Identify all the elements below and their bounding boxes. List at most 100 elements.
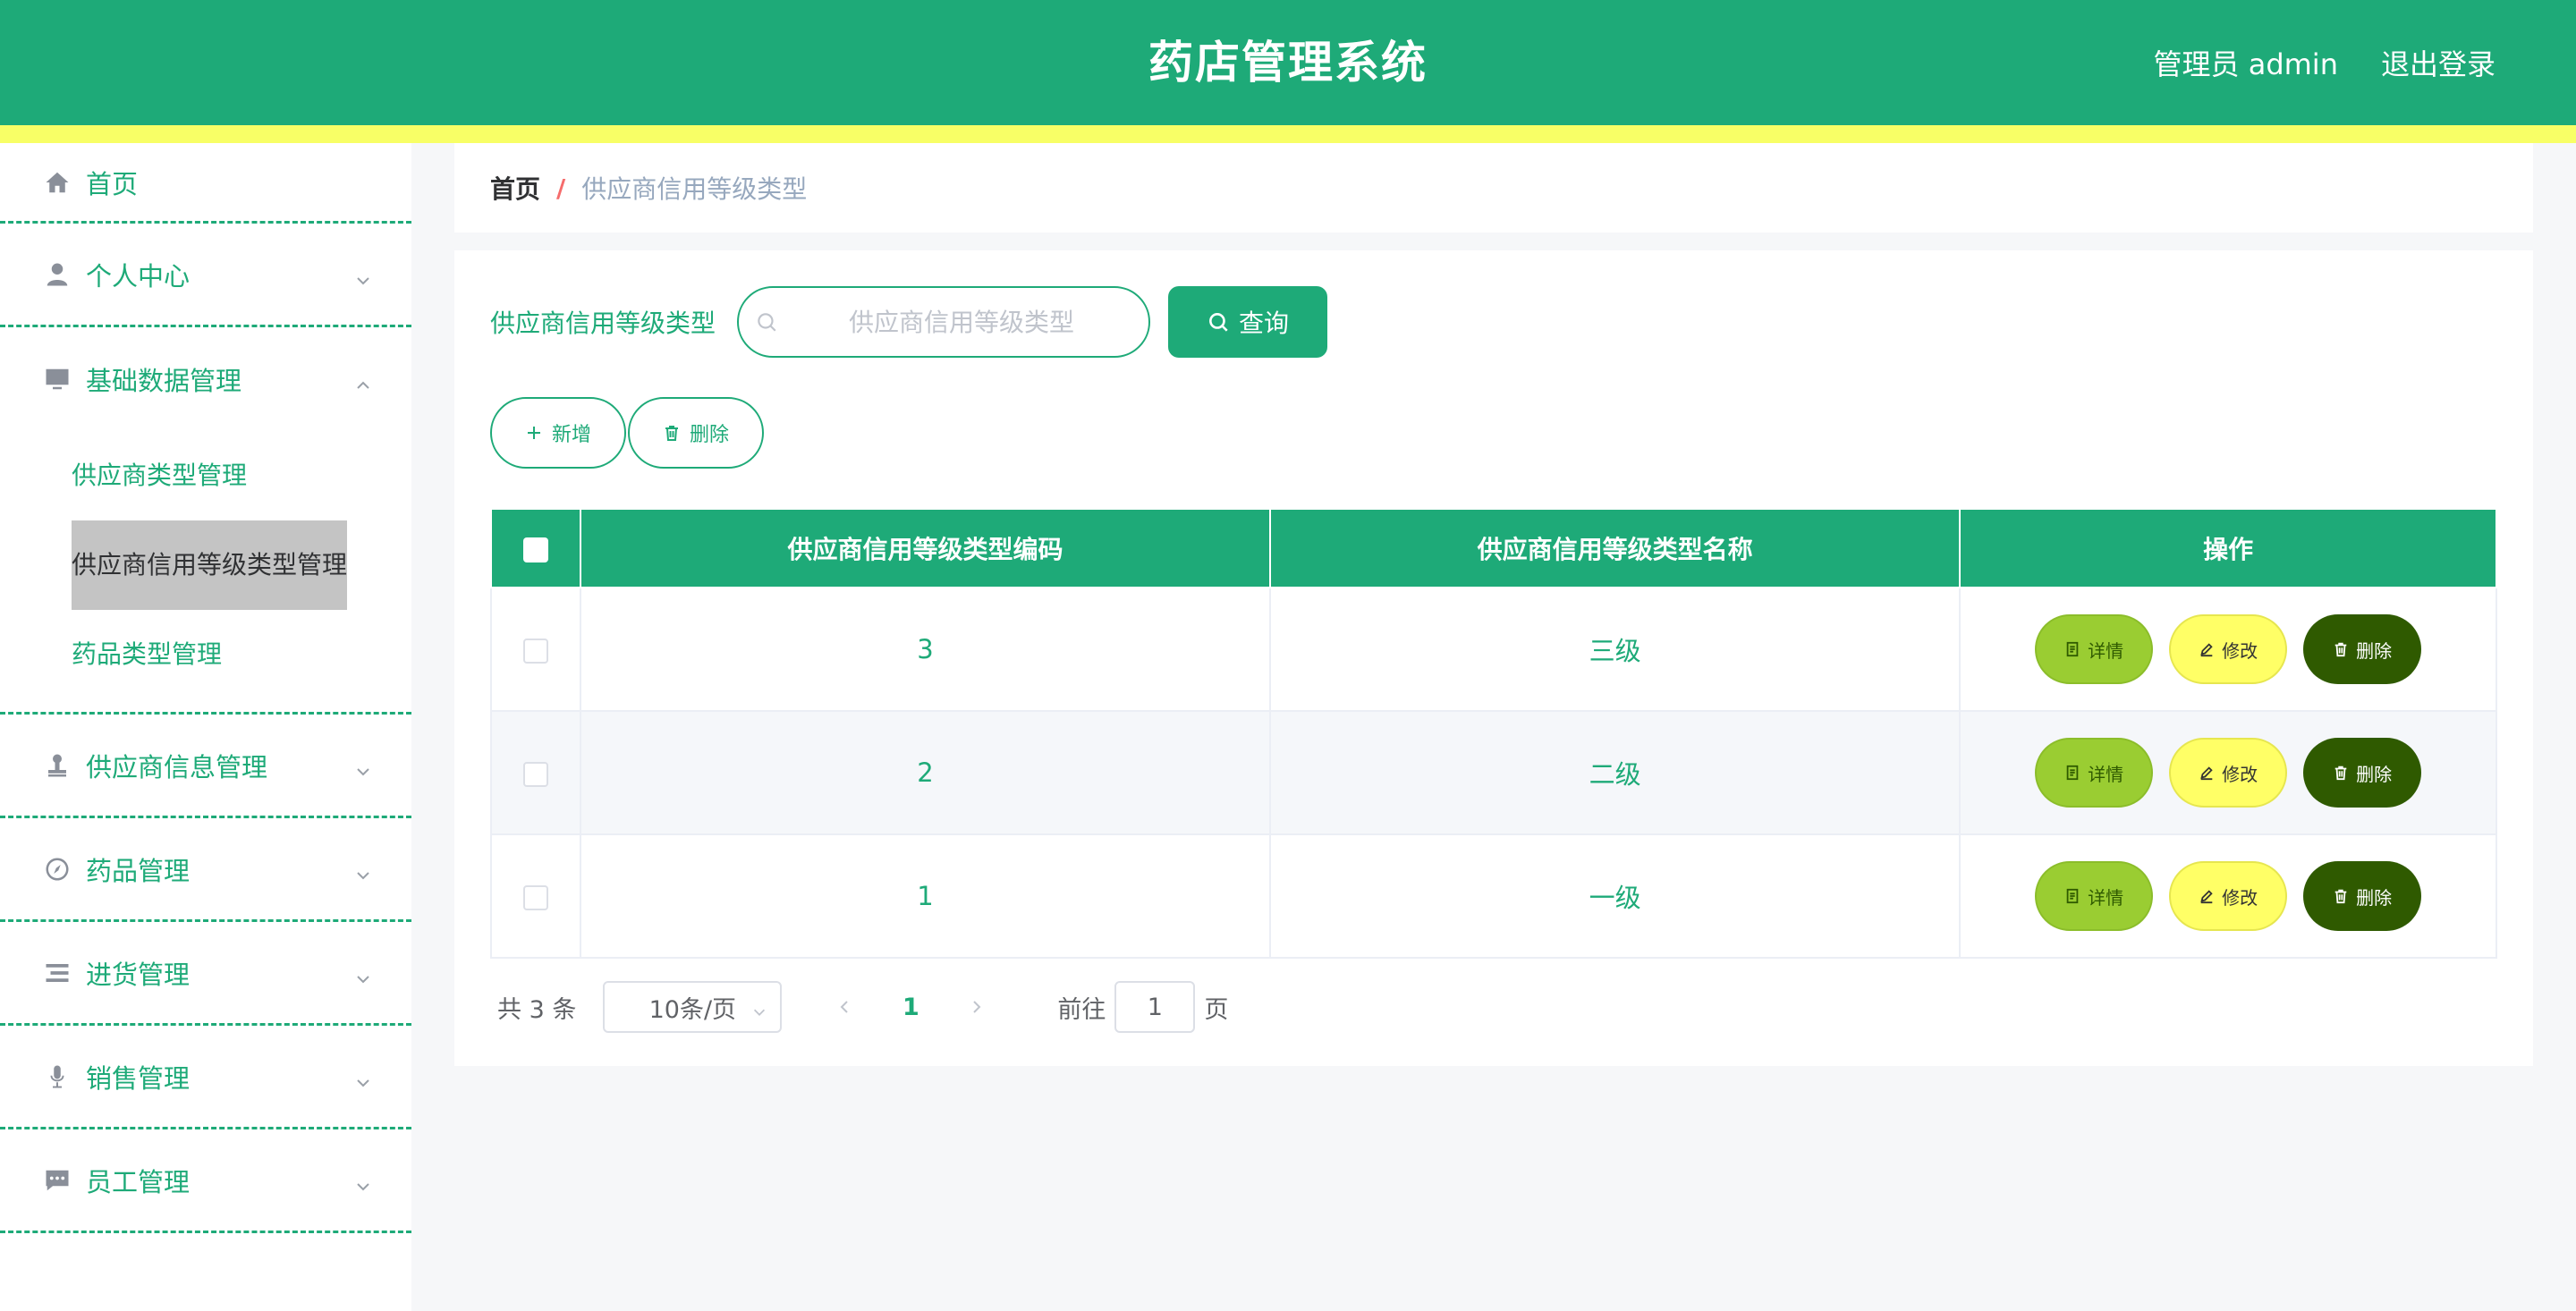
row-checkbox[interactable] [522,639,548,664]
row-checkbox[interactable] [522,885,548,910]
select-all-checkbox[interactable] [522,537,548,562]
edit-button-label: 修改 [2222,886,2258,909]
actions-cell: 详情 修改 删除 [1959,710,2497,835]
chevron-down-icon [751,999,767,1016]
breadcrumb-separator: / [556,173,566,203]
prev-page-button[interactable] [818,981,871,1033]
user-icon [43,260,72,289]
detail-button-label: 详情 [2088,639,2124,662]
edit-button[interactable]: 修改 [2169,738,2288,808]
edit-button[interactable]: 修改 [2169,614,2288,684]
search-icon [755,310,778,334]
home-icon [43,168,72,197]
document-icon [2066,765,2079,781]
row-checkbox-cell [490,587,581,712]
edit-button[interactable]: 修改 [2169,861,2288,931]
search-label: 供应商信用等级类型 [490,309,716,338]
page-size-select[interactable]: 10条/页 [603,981,783,1033]
detail-button[interactable]: 详情 [2035,861,2154,931]
chevron-right-icon [973,1001,981,1013]
sidebar-subitem-supplier-credit-level[interactable]: 供应商信用等级类型管理 [0,520,411,610]
column-header-name: 供应商信用等级类型名称 [1269,508,1962,588]
sidebar-item-label: 基础数据管理 [86,366,242,396]
add-button[interactable]: 新增 [490,397,626,469]
sidebar-item-staff-management[interactable]: 员工管理 [0,1129,411,1233]
breadcrumb-current: 供应商信用等级类型 [581,174,808,204]
chevron-up-icon [354,370,372,389]
goto-page-input[interactable] [1114,981,1196,1033]
delete-button-label: 删除 [2356,639,2393,662]
delete-button-label: 删除 [2356,763,2393,785]
pencil-icon [2200,766,2213,781]
page-number[interactable]: 1 [884,994,937,1021]
batch-delete-button-label: 删除 [689,424,729,446]
row-checkbox-cell [490,710,581,835]
plus-icon [527,427,540,439]
query-button-label: 查询 [1239,309,1290,338]
page-suffix: 页 [1204,995,1229,1024]
pencil-icon [2200,890,2213,904]
column-header-code: 供应商信用等级类型编码 [579,508,1272,588]
sidebar-item-basic-data[interactable]: 基础数据管理 [0,327,411,431]
sidebar-subitem-label: 药品类型管理 [72,639,223,669]
delete-button[interactable]: 删除 [2303,861,2422,931]
sidebar-subitem-drug-type[interactable]: 药品类型管理 [0,610,411,699]
detail-button[interactable]: 详情 [2035,614,2154,684]
chevron-down-icon [354,757,372,775]
delete-button[interactable]: 删除 [2303,738,2422,808]
total-count: 共 3 条 [497,995,577,1024]
monitor-icon [43,365,72,393]
trash-icon [2334,889,2347,904]
stamp-icon [43,751,72,780]
current-user-label: 管理员 admin [2153,47,2338,81]
sidebar-item-label: 供应商信息管理 [86,751,268,782]
code-cell: 1 [579,833,1272,959]
submenu-basic-data: 供应商类型管理 供应商信用等级类型管理 药品类型管理 [0,431,411,715]
sidebar-item-purchase-management[interactable]: 进货管理 [0,922,411,1026]
sidebar-subitem-label: 供应商类型管理 [72,461,248,490]
chevron-down-icon [354,1068,372,1087]
trash-icon [665,426,678,441]
search-input[interactable] [739,288,1149,356]
sidebar-item-supplier-info[interactable]: 供应商信息管理 [0,715,411,818]
chevron-left-icon [840,1001,849,1013]
sidebar-item-home[interactable]: 首页 [0,143,411,224]
sidebar-subitem-label: 供应商信用等级类型管理 [72,520,348,610]
name-cell: 一级 [1269,833,1962,959]
sidebar-item-label: 员工管理 [86,1166,191,1197]
sidebar-item-label: 个人中心 [86,260,191,292]
sidebar-item-label: 进货管理 [86,959,191,990]
next-page-button[interactable] [950,981,1004,1033]
row-checkbox[interactable] [522,762,548,787]
document-icon [2066,888,2079,904]
sidebar-item-sales-management[interactable]: 销售管理 [0,1026,411,1129]
compass-icon [43,855,72,884]
actions-cell: 详情 修改 删除 [1959,587,2497,712]
sidebar-item-personal-center[interactable]: 个人中心 [0,224,411,327]
logout-link[interactable]: 退出登录 [2381,42,2496,83]
sidebar-item-drug-management[interactable]: 药品管理 [0,818,411,922]
breadcrumb: 首页 / 供应商信用等级类型 [454,143,2533,233]
breadcrumb-home[interactable]: 首页 [490,170,540,206]
query-button[interactable]: 查询 [1168,286,1328,358]
microphone-icon [43,1062,72,1091]
sidebar-item-label: 首页 [86,168,139,199]
actions-cell: 详情 修改 删除 [1959,833,2497,959]
delete-button[interactable]: 删除 [2303,614,2422,684]
batch-delete-button[interactable]: 删除 [628,397,764,469]
edit-button-label: 修改 [2222,763,2258,785]
chevron-down-icon [354,1171,372,1190]
page-size-value: 10条/页 [648,995,737,1024]
search-icon [1209,313,1228,332]
list-icon [43,959,72,987]
sidebar-item-label: 销售管理 [86,1062,191,1094]
sidebar-subitem-supplier-type[interactable]: 供应商类型管理 [0,431,411,520]
detail-button[interactable]: 详情 [2035,738,2154,808]
detail-button-label: 详情 [2088,886,2124,909]
table-row: 3 三级 详情 修改 删除 [490,587,2497,712]
trash-icon [2334,642,2347,657]
chevron-down-icon [354,860,372,879]
column-header-actions: 操作 [1959,508,2497,588]
action-toolbar: 新增 删除 [490,397,764,469]
document-icon [2066,641,2079,657]
